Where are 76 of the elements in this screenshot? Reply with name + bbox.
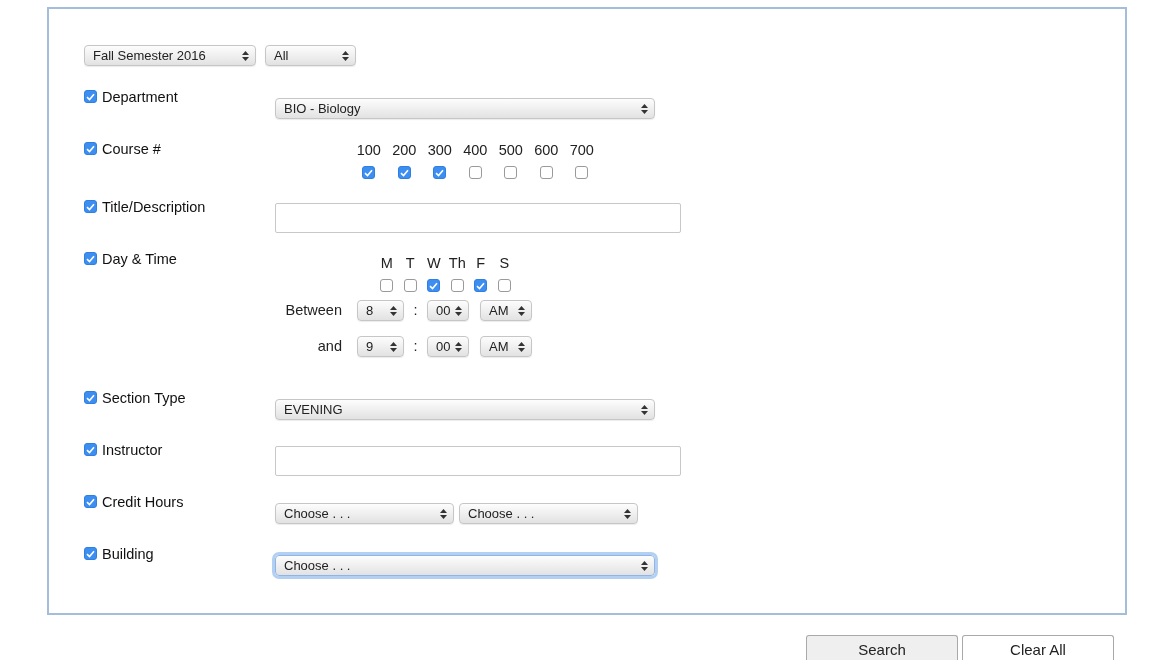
text-field[interactable]	[275, 446, 681, 476]
dropdown[interactable]: 8	[357, 299, 404, 321]
course-level-label: 200	[392, 141, 417, 159]
up-down-arrows-icon	[518, 341, 525, 352]
dropdown[interactable]: AM	[480, 299, 532, 321]
checkbox[interactable]	[362, 166, 376, 179]
dropdown[interactable]: AM	[480, 335, 532, 357]
up-down-arrows-icon	[242, 51, 249, 61]
day-label: Th	[448, 254, 466, 272]
checkbox[interactable]	[380, 279, 394, 292]
dropdown[interactable]: 9	[357, 335, 404, 357]
dropdown[interactable]: Choose . . .	[275, 503, 454, 524]
up-down-arrows-icon	[390, 341, 397, 352]
checkbox[interactable]	[84, 495, 97, 508]
course-level-label: 400	[463, 141, 488, 159]
up-down-arrows-icon	[641, 561, 648, 571]
criterion-label: Title/Description	[102, 198, 206, 216]
checkbox[interactable]	[433, 166, 447, 179]
checkbox[interactable]	[575, 166, 589, 179]
time-label: and	[316, 338, 342, 354]
checkbox[interactable]	[450, 279, 464, 292]
day-label: W	[426, 254, 441, 272]
day-label: M	[380, 254, 393, 272]
day-label: T	[405, 254, 415, 272]
up-down-arrows-icon	[455, 341, 462, 352]
text-field[interactable]	[275, 203, 681, 233]
dropdown[interactable]: Fall Semester 2016	[84, 45, 256, 66]
time-separator: :	[412, 302, 419, 318]
criterion-label: Instructor	[102, 441, 163, 459]
checkbox[interactable]	[84, 142, 97, 155]
checkbox[interactable]	[84, 200, 97, 213]
checkbox[interactable]	[84, 547, 97, 560]
checkbox[interactable]	[504, 166, 518, 179]
up-down-arrows-icon	[641, 405, 648, 415]
dropdown[interactable]: Choose . . .	[459, 503, 638, 524]
dropdown[interactable]: All	[265, 45, 356, 66]
dropdown[interactable]: 00	[427, 335, 469, 357]
course-level-label: 700	[569, 141, 594, 159]
checkbox[interactable]	[84, 252, 97, 265]
up-down-arrows-icon	[342, 51, 349, 61]
criterion-label: Day & Time	[102, 250, 177, 268]
up-down-arrows-icon	[455, 305, 462, 316]
checkbox[interactable]	[397, 166, 411, 179]
search-button[interactable]: Search	[806, 635, 958, 660]
course-level-label: 500	[498, 141, 523, 159]
time-separator: :	[412, 338, 419, 354]
checkbox[interactable]	[539, 166, 553, 179]
up-down-arrows-icon	[390, 305, 397, 316]
day-label: F	[476, 254, 486, 272]
course-level-label: 600	[534, 141, 559, 159]
checkbox[interactable]	[403, 279, 417, 292]
criterion-label: Credit Hours	[102, 493, 184, 511]
up-down-arrows-icon	[440, 509, 447, 519]
day-label: S	[499, 254, 510, 272]
criterion-label: Section Type	[102, 389, 186, 407]
up-down-arrows-icon	[518, 305, 525, 316]
criterion-label: Department	[102, 88, 178, 106]
checkbox[interactable]	[84, 391, 97, 404]
up-down-arrows-icon	[641, 104, 648, 114]
checkbox[interactable]	[468, 166, 482, 179]
checkbox[interactable]	[84, 90, 97, 103]
clear-button[interactable]: Clear All	[962, 635, 1114, 660]
time-label: Between	[284, 302, 342, 318]
dropdown[interactable]: 00	[427, 299, 469, 321]
checkbox[interactable]	[427, 279, 441, 292]
criterion-label: Building	[102, 545, 154, 563]
criterion-label: Course #	[102, 140, 161, 158]
up-down-arrows-icon	[624, 509, 631, 519]
course-level-label: 300	[427, 141, 452, 159]
checkbox[interactable]	[84, 443, 97, 456]
checkbox[interactable]	[474, 279, 488, 292]
course-level-label: 100	[356, 141, 381, 159]
dropdown[interactable]: EVENING	[275, 399, 655, 420]
dropdown[interactable]: BIO - Biology	[275, 98, 655, 119]
dropdown[interactable]: Choose . . .	[275, 555, 655, 576]
checkbox[interactable]	[497, 279, 511, 292]
